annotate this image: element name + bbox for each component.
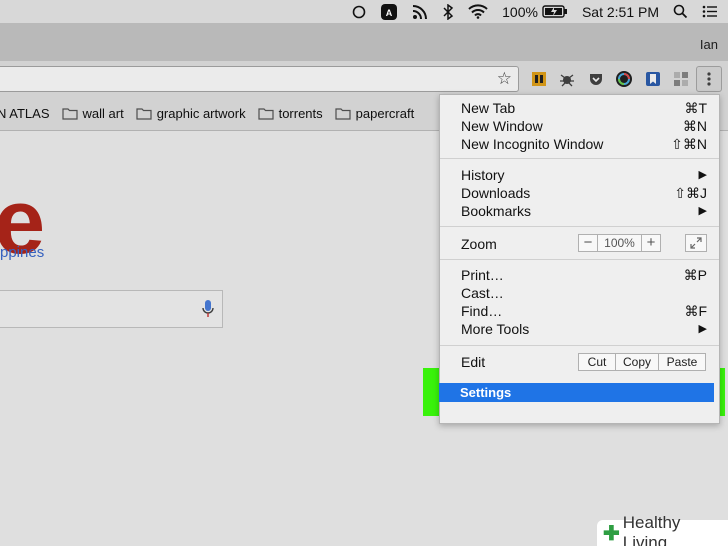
- submenu-arrow-icon: ▶: [698, 169, 707, 181]
- extension-tiles-icon[interactable]: [671, 69, 691, 89]
- zoom-in-button[interactable]: +: [641, 235, 660, 251]
- rss-icon[interactable]: [412, 4, 428, 20]
- menu-item-find[interactable]: Find… ⌘F: [440, 302, 719, 320]
- menu-item-new-incognito-window[interactable]: New Incognito Window ⇧⌘N: [440, 135, 719, 153]
- chrome-menu-button[interactable]: [696, 66, 722, 92]
- edit-buttons: Cut Copy Paste: [578, 353, 706, 371]
- bookmark-folder-graphic-artwork[interactable]: graphic artwork: [136, 106, 246, 121]
- menu-separator: [440, 345, 719, 346]
- menu-item-label: Find…: [461, 303, 503, 319]
- menu-item-shortcut: ⌘N: [682, 118, 707, 134]
- zoom-control: − 100% +: [578, 234, 661, 252]
- fullscreen-icon: [690, 237, 702, 249]
- google-region-label: ppines: [0, 244, 45, 261]
- zoom-level: 100%: [604, 236, 635, 250]
- menu-item-downloads[interactable]: Downloads ⇧⌘J: [440, 184, 719, 202]
- bookmark-label: wall art: [82, 106, 124, 121]
- submenu-arrow-icon: ▶: [698, 323, 707, 335]
- extension-bug-icon[interactable]: [557, 69, 577, 89]
- bookmark-folder-wall-art[interactable]: wall art: [61, 106, 124, 121]
- app-menu-icon[interactable]: A: [380, 3, 398, 21]
- battery-percent: 100%: [502, 3, 538, 20]
- menu-item-shortcut: ⇧⌘N: [671, 136, 707, 152]
- folder-icon: [335, 108, 351, 120]
- menu-item-label: New Incognito Window: [461, 136, 604, 152]
- menu-separator: [440, 226, 719, 227]
- menu-item-label: New Tab: [461, 100, 516, 116]
- profile-name[interactable]: Ian: [700, 37, 718, 52]
- menu-item-label: Print…: [461, 267, 504, 283]
- menu-item-print[interactable]: Print… ⌘P: [440, 266, 719, 284]
- cut-button[interactable]: Cut: [578, 353, 616, 371]
- bookmark-star-icon[interactable]: ☆: [497, 70, 512, 88]
- healthy-living-watermark: ✚ Healthy Living: [597, 513, 728, 546]
- extension-orange-icon[interactable]: [529, 69, 549, 89]
- menu-separator: [440, 259, 719, 260]
- circle-status-icon[interactable]: [352, 5, 366, 19]
- svg-text:A: A: [386, 8, 393, 18]
- menu-item-shortcut: ⌘F: [684, 303, 707, 319]
- battery-icon[interactable]: [542, 5, 568, 18]
- bookmark-label: graphic artwork: [156, 106, 246, 121]
- clock[interactable]: Sat 2:51 PM: [582, 4, 659, 20]
- copy-button[interactable]: Copy: [615, 353, 659, 371]
- bookmark-label: torrents: [278, 106, 323, 121]
- menu-item-label: Zoom: [461, 236, 497, 252]
- browser-tab-strip: Ian: [0, 23, 728, 61]
- spotlight-search-icon[interactable]: [673, 4, 688, 19]
- menu-item-new-window[interactable]: New Window ⌘N: [440, 117, 719, 135]
- fullscreen-button[interactable]: [685, 234, 707, 252]
- macos-menu-bar: A 100% Sat 2:51 PM: [0, 0, 728, 23]
- bookmark-label: papercraft: [355, 106, 415, 121]
- menu-item-label: History: [461, 167, 505, 183]
- notification-center-icon[interactable]: [702, 5, 718, 18]
- plus-logo-icon: ✚: [603, 522, 620, 545]
- menu-item-new-tab[interactable]: New Tab ⌘T: [440, 99, 719, 117]
- vertical-dots-icon: [707, 72, 711, 86]
- watermark-text: Healthy Living: [622, 513, 681, 546]
- folder-icon: [136, 108, 152, 120]
- bookmark-folder-torrents[interactable]: torrents: [257, 106, 323, 121]
- bookmark-folder-papercraft[interactable]: papercraft: [335, 106, 415, 121]
- menu-item-label: New Window: [461, 118, 543, 134]
- microphone-icon[interactable]: [202, 299, 214, 324]
- bookmark-extension-icon[interactable]: [643, 69, 663, 89]
- menu-item-shortcut: ⌘P: [683, 267, 707, 283]
- paste-button[interactable]: Paste: [658, 353, 706, 371]
- menu-item-more-tools[interactable]: More Tools ▶: [440, 320, 719, 338]
- menu-item-history[interactable]: History ▶: [440, 166, 719, 184]
- menu-item-cast[interactable]: Cast…: [440, 284, 719, 302]
- bookmark-label: N ATLAS: [0, 106, 50, 121]
- pocket-icon[interactable]: [586, 69, 606, 89]
- menu-item-shortcut: ⇧⌘J: [674, 185, 707, 201]
- google-search-input[interactable]: [0, 290, 223, 328]
- menu-separator: [440, 158, 719, 159]
- menu-item-shortcut: ⌘T: [684, 100, 707, 116]
- bookmark-n-atlas[interactable]: N ATLAS: [0, 106, 50, 121]
- chrome-main-menu: New Tab ⌘T New Window ⌘N New Incognito W…: [439, 94, 720, 424]
- folder-icon: [257, 108, 274, 120]
- menu-item-label: More Tools: [461, 321, 530, 337]
- bluetooth-icon[interactable]: [442, 3, 454, 20]
- menu-item-settings[interactable]: Settings: [439, 383, 714, 402]
- menu-item-bookmarks[interactable]: Bookmarks ▶: [440, 202, 719, 220]
- menu-item-label: Bookmarks: [461, 203, 532, 219]
- menu-item-label: Edit: [461, 354, 486, 370]
- folder-icon: [61, 108, 78, 120]
- menu-item-label: Downloads: [461, 185, 531, 201]
- wifi-icon[interactable]: [468, 4, 488, 19]
- zoom-out-button[interactable]: −: [579, 235, 598, 251]
- menu-item-label: Cast…: [461, 285, 504, 301]
- address-bar[interactable]: ☆: [0, 66, 519, 92]
- extension-color-wheel-icon[interactable]: [614, 69, 634, 89]
- submenu-arrow-icon: ▶: [698, 205, 707, 217]
